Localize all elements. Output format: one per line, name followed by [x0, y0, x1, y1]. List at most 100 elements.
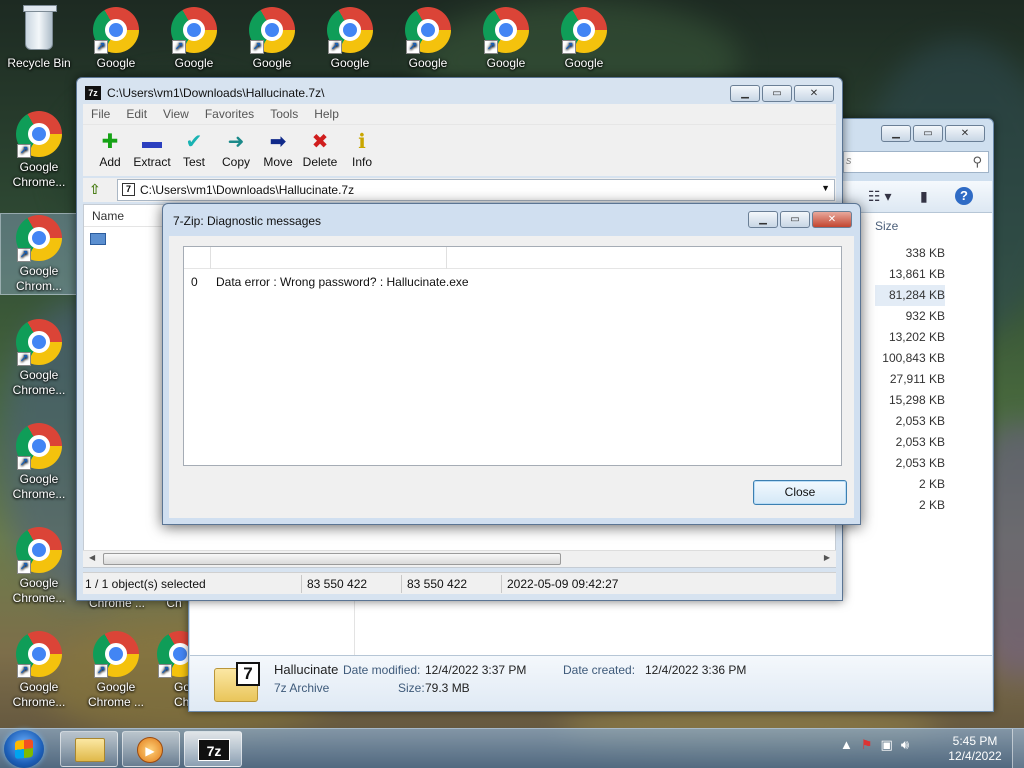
toolbar-extract-button[interactable]: ▬ Extract [131, 129, 173, 169]
search-input[interactable]: s ⚲ [843, 151, 989, 173]
action-center-icon[interactable]: ⚑ [861, 737, 873, 753]
chrome-icon: ↗ [560, 6, 608, 54]
shortcut-label: Google [330, 56, 370, 70]
folder-up-icon[interactable]: ⇧ [89, 181, 107, 199]
toolbar-label: Extract [133, 155, 171, 169]
toolbar-test-button[interactable]: ✔ Test [173, 129, 215, 169]
menu-item-tools[interactable]: Tools [262, 104, 306, 124]
show-desktop-button[interactable] [1012, 729, 1024, 768]
view-options-icon[interactable]: ☷ ▾ [868, 188, 891, 205]
maximize-button[interactable]: ▭ [780, 211, 810, 228]
archive-path-icon: 7 [122, 183, 135, 196]
close-button[interactable]: ✕ [812, 211, 852, 228]
close-button[interactable]: ✕ [945, 125, 985, 142]
chrome-icon: ↗ [15, 318, 63, 366]
minimize-button[interactable]: ▁ [881, 125, 911, 142]
size-cell: 27,911 KB [889, 372, 945, 386]
dialog-close-button[interactable]: Close [753, 480, 847, 505]
desktop-shortcut-google[interactable]: ↗ Google [546, 6, 622, 71]
desktop-shortcut-chrome[interactable]: ↗ Google Chrome... [1, 110, 77, 190]
start-button[interactable] [4, 730, 44, 768]
size-cell: 2 KB [918, 477, 945, 491]
chrome-icon: ↗ [482, 6, 530, 54]
close-button[interactable]: ✕ [794, 85, 834, 102]
menu-item-help[interactable]: Help [306, 104, 347, 124]
shortcut-label: Google Chrome... [12, 368, 66, 397]
shortcut-label: Google Chrom... [15, 264, 62, 293]
plus-icon: ✚ [101, 131, 119, 153]
desktop-shortcut-google[interactable]: ↗ Google [312, 6, 388, 71]
maximize-button[interactable]: ▭ [762, 85, 792, 102]
column-header-size[interactable]: Size [875, 219, 898, 233]
volume-icon[interactable]: 🔊︎ [901, 737, 909, 753]
desktop-shortcut-chrome[interactable]: ↗ Google Chrome ... [78, 630, 154, 710]
taskbar-media-player[interactable]: ▶ [122, 731, 180, 767]
chevron-down-icon[interactable]: ▼ [821, 183, 830, 193]
folder-icon [75, 738, 105, 762]
taskbar-7zip[interactable]: 7z [184, 731, 242, 767]
shortcut-label: Google Chrome... [12, 680, 66, 709]
size-column: 338 KB 13,861 KB 81,284 KB 932 KB 13,202 KB 1… [875, 243, 945, 516]
minimize-button[interactable]: ▁ [730, 85, 760, 102]
preview-pane-icon[interactable]: ▮ [920, 188, 928, 205]
desktop-shortcut-chrome[interactable]: ↗ Google Chrome... [1, 630, 77, 710]
dialog-title: 7-Zip: Diagnostic messages [173, 214, 322, 228]
sevenzip-logo-icon: 7z [85, 86, 101, 100]
size-cell: 932 KB [905, 309, 945, 323]
desktop-shortcut-chrome[interactable]: ↗ Google Chrom... [0, 213, 78, 295]
desktop-shortcut-google[interactable]: ↗ Google [156, 6, 232, 71]
shortcut-label: Google [408, 56, 448, 70]
menu-item-view[interactable]: View [155, 104, 197, 124]
menu-item-favorites[interactable]: Favorites [197, 104, 262, 124]
shortcut-label: Google Chrome... [12, 576, 66, 605]
trash-icon [15, 5, 63, 54]
status-size: 83 550 422 [307, 577, 368, 591]
desktop-shortcut-google[interactable]: ↗ Google [78, 6, 154, 71]
toolbar-move-button[interactable]: ➡ Move [257, 129, 299, 169]
desktop-shortcut-chrome[interactable]: ↗ Go Chr [150, 630, 190, 710]
details-pane: 7 Hallucinate 7z Archive Date modified: … [190, 655, 992, 711]
column-header-name[interactable]: Name [92, 209, 124, 223]
file-icon[interactable] [90, 233, 106, 245]
recycle-bin-icon[interactable]: Recycle Bin [1, 5, 77, 71]
size-cell: 2,053 KB [895, 456, 945, 470]
status-date: 2022-05-09 09:42:27 [507, 577, 619, 591]
shortcut-label: Google Chrome... [12, 160, 66, 189]
toolbar-add-button[interactable]: ✚ Add [89, 129, 131, 169]
desktop-shortcut-google[interactable]: ↗ Google [234, 6, 310, 71]
desktop-shortcut-chrome[interactable]: ↗ Google Chrome... [1, 318, 77, 398]
address-field[interactable]: 7 C:\Users\vm1\Downloads\Hallucinate.7z … [117, 179, 835, 201]
show-hidden-icons-icon[interactable]: ▲ [840, 737, 853, 753]
diagnostic-dialog[interactable]: 7-Zip: Diagnostic messages ▁ ▭ ✕ 0 Data … [162, 203, 861, 525]
horizontal-scrollbar[interactable]: ◀ ▶ [83, 550, 836, 567]
details-file-name: Hallucinate [274, 662, 339, 677]
message-row[interactable]: 0 Data error : Wrong password? : Halluci… [184, 273, 841, 291]
messages-list[interactable]: 0 Data error : Wrong password? : Halluci… [183, 246, 842, 466]
copy-arrows-icon: ➜ [227, 131, 245, 153]
chrome-icon: ↗ [170, 6, 218, 54]
scroll-left-icon[interactable]: ◀ [89, 553, 95, 562]
help-icon[interactable]: ? [955, 187, 973, 205]
toolbar-delete-button[interactable]: ✖ Delete [299, 129, 341, 169]
details-file-type: 7z Archive [274, 681, 330, 695]
scroll-right-icon[interactable]: ▶ [824, 553, 830, 562]
clock[interactable]: 5:45 PM 12/4/2022 [940, 734, 1010, 764]
menu-item-file[interactable]: File [83, 104, 118, 124]
toolbar-copy-button[interactable]: ➜ Copy [215, 129, 257, 169]
size-cell: 15,298 KB [888, 393, 945, 407]
desktop-shortcut-google[interactable]: ↗ Google [468, 6, 544, 71]
taskbar-file-explorer[interactable] [60, 731, 118, 767]
scrollbar-thumb[interactable] [103, 553, 561, 565]
desktop-shortcut-google[interactable]: ↗ Google [390, 6, 466, 71]
size-cell: 13,861 KB [888, 267, 945, 281]
maximize-button[interactable]: ▭ [913, 125, 943, 142]
network-icon[interactable]: ▣ [881, 737, 893, 753]
shortcut-label: Google [252, 56, 292, 70]
minimize-button[interactable]: ▁ [748, 211, 778, 228]
menu-item-edit[interactable]: Edit [118, 104, 155, 124]
desktop-shortcut-chrome[interactable]: ↗ Google Chrome... [1, 526, 77, 606]
recycle-bin-label: Recycle Bin [7, 56, 71, 70]
toolbar-info-button[interactable]: ℹ Info [341, 129, 383, 169]
desktop-shortcut-chrome[interactable]: ↗ Google Chrome... [1, 422, 77, 502]
size-cell: 81,284 KB [875, 285, 945, 306]
